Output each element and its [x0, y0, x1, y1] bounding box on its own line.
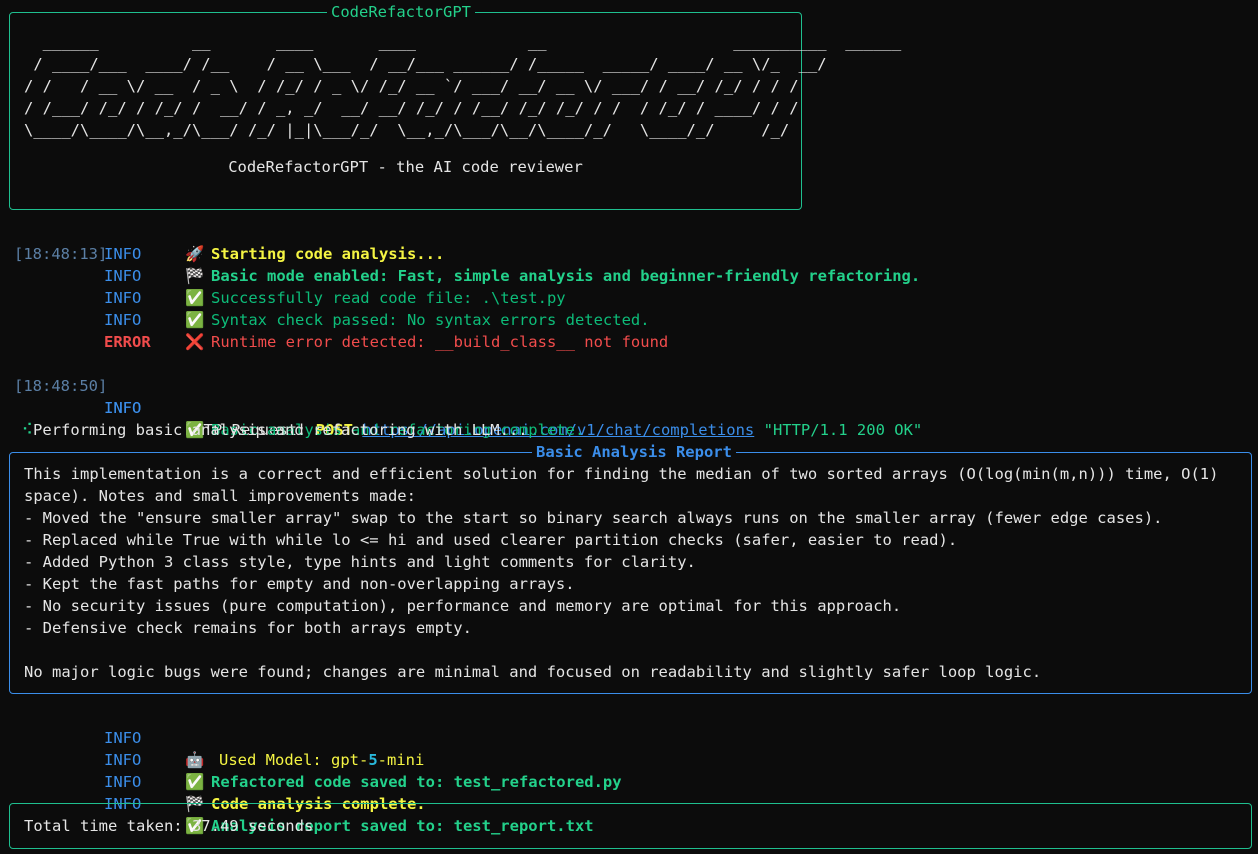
log-text: Successfully read code file: .\test.py [211, 289, 566, 307]
report-line: - Replaced while True with while lo <= h… [24, 531, 958, 549]
log-timestamp: [18:48:13] [14, 245, 108, 263]
header-subtitle: CodeRefactorGPT - the AI code reviewer [228, 158, 583, 176]
log-line: INFO ✅ Basic analysis and refactoring com… [7, 375, 1247, 439]
total-time: Total time taken: 37.49 seconds [24, 817, 314, 835]
http-status: "HTTP/1.1 200 OK" [763, 421, 923, 439]
log-line: INFO ✅ Analysis report saved to: test_rep… [7, 771, 1247, 835]
header-panel-title: CodeRefactorGPT [327, 2, 475, 22]
log-level: INFO [104, 311, 142, 329]
log-message: 🚀 Starting code analysis... [185, 243, 444, 265]
log-level: INFO [104, 267, 142, 285]
report-line: - Moved the "ensure smaller array" swap … [24, 509, 1163, 527]
log-line: INFO ✅ Successfully read code file: .\test… [7, 287, 1247, 309]
report-line: No major logic bugs were found; changes … [24, 663, 1042, 681]
log-line: INFO 🏁 Basic mode enabled: Fast, simple an… [7, 265, 1247, 287]
header-panel: CodeRefactorGPT ______ __ ____ ____ __ _… [9, 2, 901, 210]
spinner-text: Performing basic analysis and refactorin… [33, 421, 528, 439]
log-line: INFO ✅ Syntax check passed: No syntax erro… [7, 309, 1247, 331]
ascii-logo: ______ __ ____ ____ __ __________ ______… [24, 33, 902, 139]
log-level: INFO [104, 289, 142, 307]
log-line: INFO 🏁 Code analysis complete. [7, 749, 1247, 813]
report-line: - Added Python 3 class style, type hints… [24, 553, 696, 571]
rocket-icon: 🚀 [185, 245, 205, 263]
log-text: Runtime error detected: __build_class__ … [211, 333, 669, 351]
check-icon: ✅ [185, 311, 205, 329]
log-line: INFO ✅ Refactored code saved to: test_ref… [7, 727, 1247, 791]
log-message: ❌ Runtime error detected: __build_class__… [185, 331, 668, 353]
log-line-model: INFO 🤖 Used Model: gpt-5-mini [7, 705, 1247, 769]
log-level: INFO [104, 245, 142, 263]
report-line: - No security issues (pure computation),… [24, 597, 902, 615]
log-line-http: [18:48:50] INFO HTTP Request: POST https… [7, 353, 1247, 439]
check-icon: ✅ [185, 289, 205, 307]
report-title: Basic Analysis Report [532, 442, 736, 462]
log-line: [18:48:13] INFO 🚀 Starting code analysis... [7, 243, 1247, 265]
report-line: - Defensive check remains for both array… [24, 619, 472, 637]
report-panel: Basic Analysis Report This implementatio… [9, 442, 1252, 694]
spinner-line: ⠪Performing basic analysis and refactori… [3, 397, 1243, 439]
log-line: ERROR ❌ Runtime error detected: __build_cl… [7, 331, 1247, 353]
cross-icon: ❌ [185, 333, 205, 351]
report-line: This implementation is a correct and eff… [24, 465, 1219, 483]
footer-panel: Total time taken: 37.49 seconds [9, 803, 1252, 849]
log-message: 🏁 Basic mode enabled: Fast, simple analys… [185, 265, 920, 287]
log-message: ✅ Syntax check passed: No syntax errors d… [185, 309, 650, 331]
spinner-icon: ⠪ [21, 421, 34, 439]
log-text: Syntax check passed: No syntax errors de… [211, 311, 650, 329]
log-text: Starting code analysis... [211, 245, 445, 263]
log-text: Basic mode enabled: Fast, simple analysi… [211, 267, 921, 285]
report-line: - Kept the fast paths for empty and non-… [24, 575, 575, 593]
log-level: ERROR [104, 333, 151, 351]
log-message: ✅ Successfully read code file: .\test.py [185, 287, 566, 309]
checkered-flag-icon: 🏁 [185, 267, 205, 285]
report-line: space). Notes and small improvements mad… [24, 487, 416, 505]
